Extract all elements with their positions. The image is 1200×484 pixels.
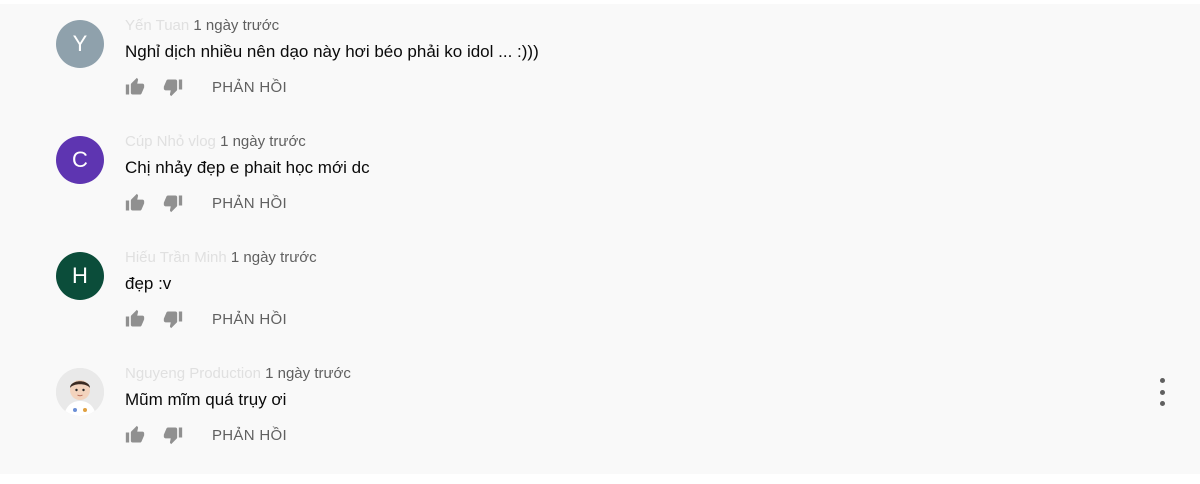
avatar[interactable]: C xyxy=(56,136,104,184)
comment-author[interactable]: Yến Tuan xyxy=(125,17,189,34)
thumbs-down-icon xyxy=(163,427,183,445)
comment-time[interactable]: 1 ngày trước xyxy=(231,249,317,266)
avatar[interactable] xyxy=(56,368,104,416)
reply-button[interactable]: PHẢN HỒI xyxy=(212,311,287,328)
child-photo-avatar xyxy=(56,368,104,416)
dislike-button[interactable] xyxy=(162,424,184,446)
thumbs-up-icon xyxy=(125,309,145,327)
dislike-button[interactable] xyxy=(162,192,184,214)
more-actions-button[interactable] xyxy=(1154,378,1170,406)
comment-meta: Hiếu Trần Minh 1 ngày trước xyxy=(125,249,317,266)
comment-time[interactable]: 1 ngày trước xyxy=(265,365,351,382)
reply-button[interactable]: PHẢN HỒI xyxy=(212,195,287,212)
thumbs-up-icon xyxy=(125,425,145,443)
thumbs-down-icon xyxy=(163,195,183,213)
like-button[interactable] xyxy=(124,76,146,98)
comment-text: Mũm mĩm quá trụy ơi xyxy=(125,390,287,409)
avatar-letter: C xyxy=(72,147,88,172)
comment-item: Nguyeng Production 1 ngày trước Mũm mĩm … xyxy=(0,365,1200,484)
comment-meta: Nguyeng Production 1 ngày trước xyxy=(125,365,351,382)
comment-author[interactable]: Cúp Nhỏ vlog xyxy=(125,133,216,150)
comment-item: H Hiếu Trần Minh 1 ngày trước đẹp :v PHẢ… xyxy=(0,249,1200,368)
more-vert-icon xyxy=(1159,378,1165,383)
dislike-button[interactable] xyxy=(162,76,184,98)
like-button[interactable] xyxy=(124,424,146,446)
comment-actions: PHẢN HỒI xyxy=(124,307,287,331)
comment-meta: Cúp Nhỏ vlog 1 ngày trước xyxy=(125,133,306,150)
avatar-letter: Y xyxy=(72,31,88,56)
comment-text: Nghỉ dịch nhiều nên dạo này hơi béo phải… xyxy=(125,42,539,61)
thumbs-up-icon xyxy=(125,77,145,95)
comment-author[interactable]: Hiếu Trần Minh xyxy=(125,249,227,266)
comment-actions: PHẢN HỒI xyxy=(124,191,287,215)
comment-item: C Cúp Nhỏ vlog 1 ngày trước Chị nhảy đẹp… xyxy=(0,133,1200,252)
comment-actions: PHẢN HỒI xyxy=(124,423,287,447)
thumbs-up-icon xyxy=(125,193,145,211)
reply-button[interactable]: PHẢN HỒI xyxy=(212,79,287,96)
reply-button[interactable]: PHẢN HỒI xyxy=(212,427,287,444)
comment-actions: PHẢN HỒI xyxy=(124,75,287,99)
dislike-button[interactable] xyxy=(162,308,184,330)
comment-meta: Yến Tuan 1 ngày trước xyxy=(125,17,279,34)
thumbs-down-icon xyxy=(163,79,183,97)
comment-time[interactable]: 1 ngày trước xyxy=(193,17,279,34)
like-button[interactable] xyxy=(124,308,146,330)
comment-time[interactable]: 1 ngày trước xyxy=(220,133,306,150)
comment-text: đẹp :v xyxy=(125,274,172,293)
comment-text: Chị nhảy đẹp e phait học mới dc xyxy=(125,158,370,177)
avatar-letter: H xyxy=(72,263,88,288)
like-button[interactable] xyxy=(124,192,146,214)
more-vert-icon-dot xyxy=(1159,389,1165,395)
comments-panel: Y Yến Tuan 1 ngày trước Nghỉ dịch nhiều … xyxy=(0,4,1200,474)
avatar[interactable]: Y xyxy=(56,20,104,68)
avatar[interactable]: H xyxy=(56,252,104,300)
thumbs-down-icon xyxy=(163,311,183,329)
comment-author[interactable]: Nguyeng Production xyxy=(125,365,261,382)
comment-item: Y Yến Tuan 1 ngày trước Nghỉ dịch nhiều … xyxy=(0,17,1200,136)
more-vert-icon-dot xyxy=(1159,401,1165,406)
